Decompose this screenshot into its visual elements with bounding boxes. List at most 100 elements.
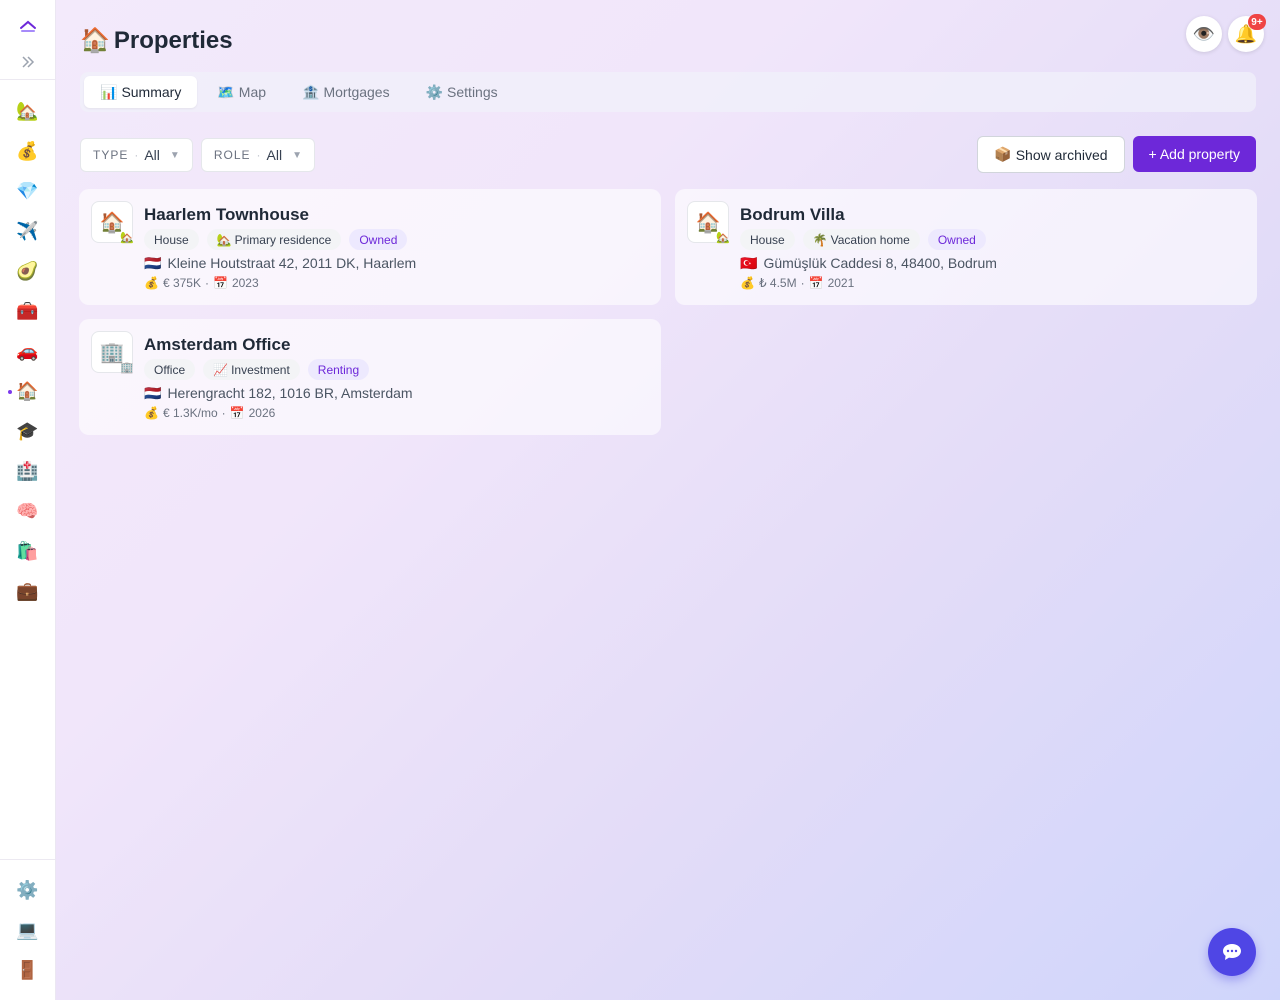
separator-dot: ·	[134, 148, 139, 162]
property-tags: House 🌴 Vacation home Owned	[740, 229, 986, 250]
sidebar-nav: 🏡 💰 💎 ✈️ 🥑 🧰 🚗 🏠 🎓 🏥 🧠 🛍️ 💼	[0, 91, 55, 611]
property-tags: Office 📈 Investment Renting	[144, 359, 370, 380]
role-icon: 🌴	[812, 232, 828, 247]
role-label: Vacation home	[830, 232, 910, 247]
status-badge: Owned	[349, 229, 408, 250]
role-tag: 🌴 Vacation home	[802, 229, 920, 250]
property-thumbnail: 🏠 🏡	[687, 201, 730, 244]
eye-button[interactable]: 👁️	[1186, 16, 1222, 52]
property-card[interactable]: 🏢 🏢 Amsterdam Office Office 📈 Investment Renti…	[79, 319, 661, 435]
header-actions: 👁️ 🔔 9+	[1186, 14, 1266, 52]
property-type-icon: 🏡	[120, 232, 134, 244]
sidebar-item-door[interactable]: 🚪	[0, 950, 55, 990]
sidebar-item-gear[interactable]: ⚙️	[0, 870, 55, 910]
role-tag: 📈 Investment	[203, 359, 300, 380]
sidebar-divider	[0, 859, 55, 860]
show-archived-button[interactable]: 📦 Show archived	[977, 136, 1125, 173]
calendar-icon: 📅	[213, 276, 228, 290]
up-chevron-icon[interactable]	[0, 14, 55, 38]
property-value: € 1.3K/mo	[162, 406, 218, 420]
gem-icon: 💎	[16, 180, 39, 201]
type-tag: House	[740, 229, 795, 250]
property-name: Amsterdam Office	[144, 335, 291, 354]
property-thumbnail: 🏠 🏡	[91, 201, 134, 244]
sidebar: 🏡 💰 💎 ✈️ 🥑 🧰 🚗 🏠 🎓 🏥 🧠 🛍️ 💼 ⚙️ 💻 🚪	[0, 0, 56, 1000]
property-name: Haarlem Townhouse	[144, 205, 309, 224]
tab-mortgages[interactable]: 🏦 Mortgages	[286, 76, 406, 108]
separator-dot: ·	[256, 148, 261, 162]
type-filter-label: TYPE	[93, 148, 129, 162]
active-indicator	[8, 390, 12, 394]
avocado-icon: 🥑	[16, 260, 39, 281]
sidebar-item-brain[interactable]: 🧠	[0, 491, 55, 531]
expand-icon[interactable]	[0, 50, 55, 74]
caret-down-icon: ▼	[292, 149, 302, 161]
property-name: Bodrum Villa	[740, 205, 845, 224]
add-property-button[interactable]: + Add property	[1132, 136, 1256, 172]
sidebar-item-house[interactable]: 🏠	[0, 371, 55, 411]
money-bag-icon: 💰	[144, 406, 159, 420]
house-icon: 🏠	[16, 380, 39, 401]
sidebar-item-graduation-cap[interactable]: 🎓	[0, 411, 55, 451]
address-text: Herengracht 182, 1016 BR, Amsterdam	[167, 385, 413, 401]
car-icon: 🚗	[16, 340, 39, 361]
calendar-icon: 📅	[808, 276, 824, 290]
map-icon: 🗺️	[217, 83, 235, 100]
hospital-icon: 🏥	[16, 460, 39, 481]
tab-label: Summary	[121, 84, 182, 100]
sidebar-item-money-bag[interactable]: 💰	[0, 131, 55, 171]
sidebar-item-shopping-bags[interactable]: 🛍️	[0, 531, 55, 571]
address-text: Gümüşlük Caddesi 8, 48400, Bodrum	[763, 255, 997, 271]
sidebar-item-laptop[interactable]: 💻	[0, 910, 55, 950]
notifications-button[interactable]: 🔔 9+	[1228, 14, 1266, 52]
tab-map[interactable]: 🗺️ Map	[201, 76, 282, 108]
property-address: 🇳🇱 Kleine Houtstraat 42, 2011 DK, Haarlem	[144, 255, 416, 272]
gear-icon: ⚙️	[425, 83, 444, 100]
property-card[interactable]: 🏠 🏡 Haarlem Townhouse House 🏡 Primary residen…	[79, 189, 661, 305]
page-actions: 📦 Show archived + Add property	[977, 136, 1256, 173]
properties-icon: 🏡	[16, 100, 39, 121]
tab-label: Settings	[447, 84, 498, 100]
package-icon: 📦	[994, 146, 1012, 162]
sidebar-item-properties[interactable]: 🏡	[0, 91, 55, 131]
laptop-icon: 💻	[16, 919, 39, 940]
property-type-icon: 🏡	[716, 232, 730, 244]
sidebar-item-car[interactable]: 🚗	[0, 331, 55, 371]
chat-button[interactable]	[1208, 928, 1256, 976]
sidebar-item-gem[interactable]: 💎	[0, 171, 55, 211]
sidebar-divider	[0, 79, 55, 80]
role-label: Primary residence	[234, 232, 332, 247]
money-bag-icon: 💰	[144, 276, 159, 290]
caret-down-icon: ▼	[169, 149, 180, 161]
chat-icon	[1223, 944, 1241, 960]
page-title: 🏠 Properties	[80, 26, 233, 55]
role-filter-value: All	[266, 147, 283, 163]
sidebar-item-briefcase[interactable]: 💼	[0, 571, 55, 611]
house-icon: 🏠	[80, 27, 110, 54]
property-tags: House 🏡 Primary residence Owned	[144, 229, 408, 250]
status-badge: Owned	[927, 229, 986, 250]
sidebar-item-airplane[interactable]: ✈️	[0, 211, 55, 251]
property-thumbnail: 🏢 🏢	[91, 331, 134, 374]
brain-icon: 🧠	[16, 500, 39, 521]
property-meta: 💰 € 1.3K/mo · 📅 2026	[144, 406, 275, 420]
role-label: Investment	[231, 362, 290, 377]
money-bag-icon: 💰	[740, 276, 755, 290]
property-value: € 375K	[162, 276, 201, 290]
tab-settings[interactable]: ⚙️ Settings	[410, 76, 514, 108]
meta-separator: ·	[221, 406, 226, 420]
tab-label: Map	[238, 84, 267, 100]
property-card[interactable]: 🏠 🏡 Bodrum Villa House 🌴 Vacation home Owned 🇹🇷…	[675, 189, 1257, 305]
money-bag-icon: 💰	[16, 140, 39, 161]
sidebar-item-avocado[interactable]: 🥑	[0, 251, 55, 291]
sidebar-item-hospital[interactable]: 🏥	[0, 451, 55, 491]
type-filter[interactable]: TYPE · All ▼	[80, 138, 193, 172]
sidebar-item-toolbox[interactable]: 🧰	[0, 291, 55, 331]
property-year: 2021	[827, 276, 855, 290]
tab-summary[interactable]: 📊 Summary	[84, 76, 198, 108]
type-tag: House	[144, 229, 199, 250]
property-type-icon: 🏢	[120, 362, 134, 374]
calendar-icon: 📅	[229, 406, 245, 420]
role-filter[interactable]: ROLE · All ▼	[200, 138, 315, 172]
property-year: 2023	[231, 276, 259, 290]
